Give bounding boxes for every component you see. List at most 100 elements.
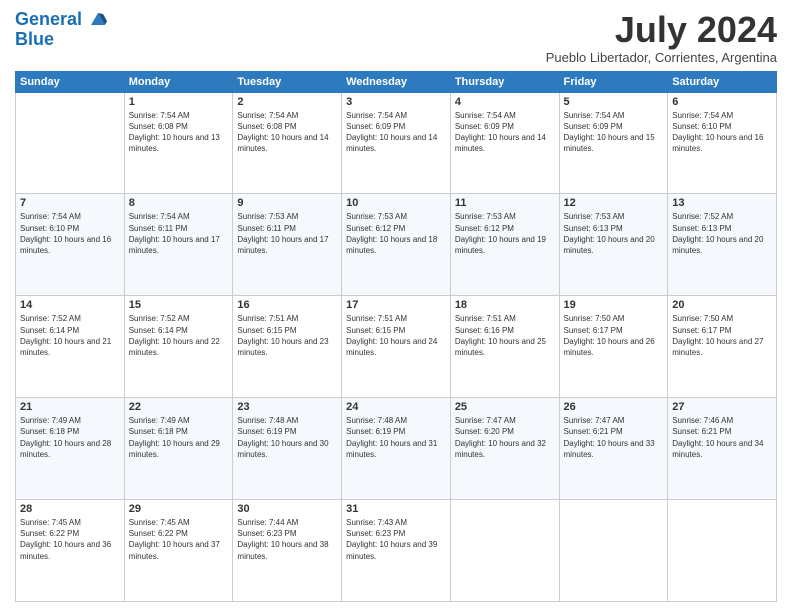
day-cell: 31Sunrise: 7:43 AMSunset: 6:23 PMDayligh… [342, 500, 451, 602]
calendar-table: SundayMondayTuesdayWednesdayThursdayFrid… [15, 71, 777, 602]
day-number: 19 [564, 299, 664, 311]
day-cell: 8 Sunrise: 7:54 AMSunset: 6:11 PMDaylight… [124, 194, 233, 296]
col-header-friday: Friday [559, 71, 668, 92]
day-number: 15 [129, 299, 229, 311]
col-header-tuesday: Tuesday [233, 71, 342, 92]
day-info: Sunrise: 7:51 AMSunset: 6:16 PMDaylight:… [455, 313, 555, 358]
day-cell: 7 Sunrise: 7:54 AMSunset: 6:10 PMDaylight… [16, 194, 125, 296]
day-cell: 14 Sunrise: 7:52 AMSunset: 6:14 PMDayligh… [16, 296, 125, 398]
day-cell: 12 Sunrise: 7:53 AMSunset: 6:13 PMDayligh… [559, 194, 668, 296]
day-info: Sunrise: 7:48 AMSunset: 6:19 PMDaylight:… [346, 415, 446, 460]
day-number: 22 [129, 401, 229, 413]
day-number: 8 [129, 197, 229, 209]
day-number: 24 [346, 401, 446, 413]
week-row-3: 21Sunrise: 7:49 AMSunset: 6:18 PMDayligh… [16, 398, 777, 500]
day-number: 26 [564, 401, 664, 413]
day-number: 27 [672, 401, 772, 413]
day-info: Sunrise: 7:53 AMSunset: 6:13 PMDaylight:… [564, 211, 664, 256]
week-row-2: 14 Sunrise: 7:52 AMSunset: 6:14 PMDayligh… [16, 296, 777, 398]
logo-text: General [15, 10, 107, 30]
day-cell: 23 Sunrise: 7:48 AMSunset: 6:19 PMDayligh… [233, 398, 342, 500]
col-header-wednesday: Wednesday [342, 71, 451, 92]
day-info: Sunrise: 7:45 AMSunset: 6:22 PMDaylight:… [20, 517, 120, 562]
day-info: Sunrise: 7:52 AMSunset: 6:14 PMDaylight:… [20, 313, 120, 358]
day-info: Sunrise: 7:54 AMSunset: 6:10 PMDaylight:… [20, 211, 120, 256]
day-number: 14 [20, 299, 120, 311]
day-cell: 2 Sunrise: 7:54 AMSunset: 6:08 PMDaylight… [233, 92, 342, 194]
day-info: Sunrise: 7:49 AMSunset: 6:18 PMDaylight:… [129, 415, 229, 460]
day-info: Sunrise: 7:53 AMSunset: 6:11 PMDaylight:… [237, 211, 337, 256]
day-info: Sunrise: 7:53 AMSunset: 6:12 PMDaylight:… [455, 211, 555, 256]
week-row-4: 28Sunrise: 7:45 AMSunset: 6:22 PMDayligh… [16, 500, 777, 602]
logo-general: General [15, 9, 82, 29]
col-header-saturday: Saturday [668, 71, 777, 92]
day-number: 12 [564, 197, 664, 209]
day-number: 31 [346, 503, 446, 515]
day-cell: 10Sunrise: 7:53 AMSunset: 6:12 PMDayligh… [342, 194, 451, 296]
day-cell: 28Sunrise: 7:45 AMSunset: 6:22 PMDayligh… [16, 500, 125, 602]
day-number: 23 [237, 401, 337, 413]
day-info: Sunrise: 7:45 AMSunset: 6:22 PMDaylight:… [129, 517, 229, 562]
day-number: 18 [455, 299, 555, 311]
page: General Blue July 2024 Pueblo Libertador… [0, 0, 792, 612]
day-cell: 11Sunrise: 7:53 AMSunset: 6:12 PMDayligh… [450, 194, 559, 296]
day-cell: 27Sunrise: 7:46 AMSunset: 6:21 PMDayligh… [668, 398, 777, 500]
day-number: 20 [672, 299, 772, 311]
logo-blue: Blue [15, 30, 107, 50]
day-number: 30 [237, 503, 337, 515]
day-cell [16, 92, 125, 194]
day-info: Sunrise: 7:54 AMSunset: 6:08 PMDaylight:… [129, 110, 229, 155]
day-number: 16 [237, 299, 337, 311]
day-cell: 22 Sunrise: 7:49 AMSunset: 6:18 PMDayligh… [124, 398, 233, 500]
col-header-monday: Monday [124, 71, 233, 92]
day-info: Sunrise: 7:48 AMSunset: 6:19 PMDaylight:… [237, 415, 337, 460]
day-cell: 5Sunrise: 7:54 AMSunset: 6:09 PMDaylight… [559, 92, 668, 194]
day-cell: 18 Sunrise: 7:51 AMSunset: 6:16 PMDayligh… [450, 296, 559, 398]
day-cell: 17 Sunrise: 7:51 AMSunset: 6:15 PMDayligh… [342, 296, 451, 398]
day-number: 7 [20, 197, 120, 209]
col-header-sunday: Sunday [16, 71, 125, 92]
day-number: 25 [455, 401, 555, 413]
day-info: Sunrise: 7:54 AMSunset: 6:09 PMDaylight:… [346, 110, 446, 155]
logo: General Blue [15, 10, 107, 50]
day-info: Sunrise: 7:54 AMSunset: 6:09 PMDaylight:… [564, 110, 664, 155]
day-number: 17 [346, 299, 446, 311]
day-info: Sunrise: 7:51 AMSunset: 6:15 PMDaylight:… [346, 313, 446, 358]
day-info: Sunrise: 7:47 AMSunset: 6:20 PMDaylight:… [455, 415, 555, 460]
col-header-thursday: Thursday [450, 71, 559, 92]
day-info: Sunrise: 7:54 AMSunset: 6:08 PMDaylight:… [237, 110, 337, 155]
logo-icon [89, 11, 107, 29]
week-row-1: 7 Sunrise: 7:54 AMSunset: 6:10 PMDaylight… [16, 194, 777, 296]
day-info: Sunrise: 7:52 AMSunset: 6:14 PMDaylight:… [129, 313, 229, 358]
day-info: Sunrise: 7:50 AMSunset: 6:17 PMDaylight:… [672, 313, 772, 358]
day-number: 4 [455, 96, 555, 108]
day-cell: 1 Sunrise: 7:54 AMSunset: 6:08 PMDaylight… [124, 92, 233, 194]
week-row-0: 1 Sunrise: 7:54 AMSunset: 6:08 PMDaylight… [16, 92, 777, 194]
day-number: 29 [129, 503, 229, 515]
day-info: Sunrise: 7:52 AMSunset: 6:13 PMDaylight:… [672, 211, 772, 256]
location: Pueblo Libertador, Corrientes, Argentina [546, 50, 777, 65]
day-cell: 20 Sunrise: 7:50 AMSunset: 6:17 PMDayligh… [668, 296, 777, 398]
day-cell: 15 Sunrise: 7:52 AMSunset: 6:14 PMDayligh… [124, 296, 233, 398]
day-info: Sunrise: 7:44 AMSunset: 6:23 PMDaylight:… [237, 517, 337, 562]
day-cell: 24 Sunrise: 7:48 AMSunset: 6:19 PMDayligh… [342, 398, 451, 500]
day-info: Sunrise: 7:51 AMSunset: 6:15 PMDaylight:… [237, 313, 337, 358]
day-info: Sunrise: 7:54 AMSunset: 6:11 PMDaylight:… [129, 211, 229, 256]
day-cell: 9 Sunrise: 7:53 AMSunset: 6:11 PMDaylight… [233, 194, 342, 296]
day-number: 9 [237, 197, 337, 209]
day-cell: 21Sunrise: 7:49 AMSunset: 6:18 PMDayligh… [16, 398, 125, 500]
day-number: 1 [129, 96, 229, 108]
day-cell: 25 Sunrise: 7:47 AMSunset: 6:20 PMDayligh… [450, 398, 559, 500]
day-number: 13 [672, 197, 772, 209]
day-cell: 30 Sunrise: 7:44 AMSunset: 6:23 PMDayligh… [233, 500, 342, 602]
day-number: 2 [237, 96, 337, 108]
day-info: Sunrise: 7:54 AMSunset: 6:10 PMDaylight:… [672, 110, 772, 155]
day-cell: 6Sunrise: 7:54 AMSunset: 6:10 PMDaylight… [668, 92, 777, 194]
day-cell: 26Sunrise: 7:47 AMSunset: 6:21 PMDayligh… [559, 398, 668, 500]
day-cell [450, 500, 559, 602]
day-cell: 4Sunrise: 7:54 AMSunset: 6:09 PMDaylight… [450, 92, 559, 194]
month-year: July 2024 [546, 10, 777, 50]
day-cell: 29 Sunrise: 7:45 AMSunset: 6:22 PMDayligh… [124, 500, 233, 602]
day-cell [559, 500, 668, 602]
day-cell: 13 Sunrise: 7:52 AMSunset: 6:13 PMDayligh… [668, 194, 777, 296]
